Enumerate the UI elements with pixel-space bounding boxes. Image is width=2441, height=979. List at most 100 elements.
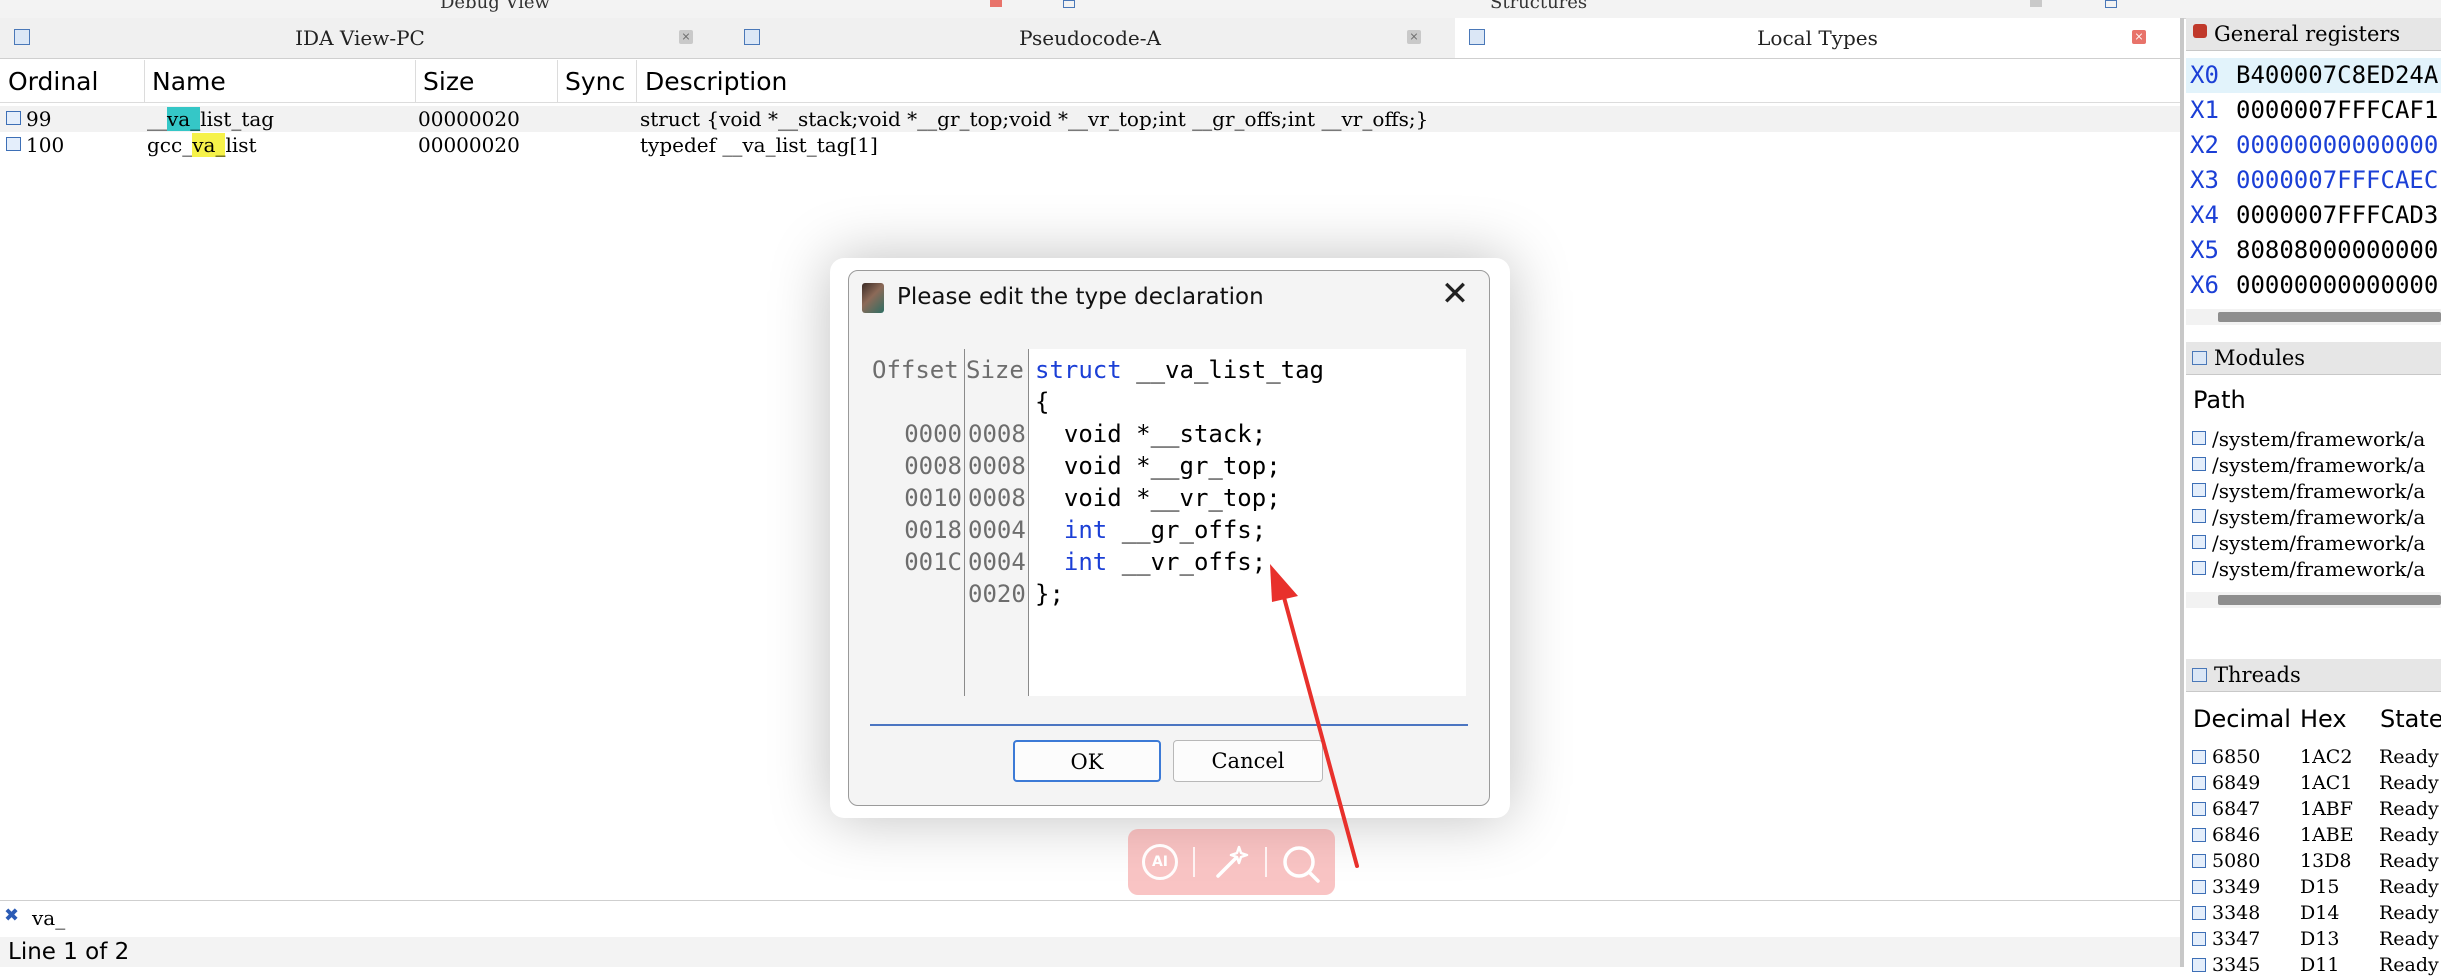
name-prefix: gcc_ [147,133,193,157]
thread-hex: D15 [2300,876,2340,898]
scrollbar-thumb[interactable] [2218,312,2441,322]
register-row[interactable]: X0 B400007C8ED24A [2186,58,2441,93]
filter-input[interactable]: va_ [32,906,65,930]
table-row[interactable]: 3345 D11 Ready [2186,953,2441,979]
table-row[interactable]: 100 gcc_va_list 00000020 typedef __va_li… [0,132,2180,158]
name-cell: __va_list_tag [147,107,274,131]
line-offset: 0000 [904,420,962,448]
list-item[interactable]: /system/framework/a [2186,556,2441,582]
table-row[interactable]: 6849 1AC1 Ready [2186,771,2441,797]
top-panel-strip: Debug View Structures [0,0,2441,19]
keyword-token: struct [1035,356,1122,384]
tab-label: Pseudocode-A [1019,26,1161,50]
register-row[interactable]: X4 0000007FFFCAD3 [2186,198,2441,233]
scrollbar-thumb[interactable] [2218,595,2441,605]
table-row[interactable]: 6846 1ABE Ready [2186,823,2441,849]
code-text: struct __va_list_tag [1035,356,1324,384]
panel-splitter[interactable] [2180,18,2184,967]
code-token: { [1035,388,1050,416]
structures-close-icon[interactable] [2030,0,2042,7]
thread-icon [2192,932,2206,946]
register-row[interactable]: X6 00000000000000 [2186,268,2441,303]
threads-column-decimal[interactable]: Decimal [2193,705,2291,733]
thread-decimal: 3348 [2212,902,2261,924]
name-suffix: list [225,133,257,157]
threads-column-hex[interactable]: Hex [2300,705,2347,733]
register-value: 00000000000000 [2236,271,2439,299]
code-text: }; [1035,580,1064,608]
module-path: /system/framework/a [2212,479,2426,503]
register-value: 0000007FFFCAD3 [2236,201,2439,229]
thread-icon [2192,854,2206,868]
close-icon[interactable]: ✕ [1440,276,1470,312]
threads-column-state[interactable]: State [2380,705,2441,733]
table-row[interactable]: 99 __va_list_tag 00000020 struct {void *… [0,106,2180,132]
module-icon [2192,457,2206,471]
line-size: 0004 [968,548,1026,576]
column-size[interactable]: Size [423,67,474,96]
close-icon[interactable]: × [679,30,693,44]
code-line: 0020 }; [0,580,1460,612]
close-icon[interactable]: × [2132,30,2146,44]
column-sync[interactable]: Sync [565,67,625,96]
tab-ida-view-pc[interactable]: IDA View-PC × [0,18,720,58]
table-row[interactable]: 3349 D15 Ready [2186,875,2441,901]
structures-tab[interactable]: Structures [1490,0,1587,13]
register-row[interactable]: X2 00000000000000 [2186,128,2441,163]
register-row[interactable]: X5 80808000000000 [2186,233,2441,268]
code-line: 0010 0008 void *__vr_top; [0,484,1460,516]
thread-state: Ready [2379,850,2439,872]
code-token: __vr_offs; [1107,548,1267,576]
table-row[interactable]: 5080 13D8 Ready [2186,849,2441,875]
column-divider[interactable] [144,60,145,102]
code-token: __va_list_tag [1121,356,1324,384]
size-cell: 00000020 [418,107,520,131]
table-row[interactable]: 6850 1AC2 Ready [2186,745,2441,771]
list-item[interactable]: /system/framework/a [2186,426,2441,452]
registers-scrollbar[interactable] [2186,309,2441,325]
modules-column-path[interactable]: Path [2193,386,2246,414]
column-name[interactable]: Name [152,67,226,96]
clear-filter-icon[interactable]: ✖ [4,905,19,926]
general-registers-title: General registers [2186,18,2441,51]
thread-icon [2192,880,2206,894]
table-row[interactable]: 6847 1ABF Ready [2186,797,2441,823]
register-row[interactable]: X3 0000007FFFCAEC [2186,163,2441,198]
list-item[interactable]: /system/framework/a [2186,504,2441,530]
column-divider[interactable] [636,60,637,102]
module-icon [2192,561,2206,575]
line-offset: 0010 [904,484,962,512]
column-ordinal[interactable]: Ordinal [8,67,98,96]
column-description[interactable]: Description [645,67,787,96]
list-item[interactable]: /system/framework/a [2186,530,2441,556]
ai-assistant-icon[interactable]: AI [1142,844,1178,880]
thread-icon [2192,828,2206,842]
ok-button[interactable]: OK [1013,740,1161,782]
thread-state: Ready [2379,746,2439,768]
tab-pseudocode-a[interactable]: Pseudocode-A × [730,18,1450,58]
magic-wand-icon[interactable] [1212,844,1250,882]
list-item[interactable]: /system/framework/a [2186,478,2441,504]
list-item[interactable]: /system/framework/a [2186,452,2441,478]
register-value: 0000007FFFCAEC [2236,166,2439,194]
modules-title: Modules [2186,342,2441,375]
tab-local-types[interactable]: Local Types × [1455,18,2180,58]
thread-icon [2192,802,2206,816]
search-match-highlight: va_ [192,133,226,157]
panel-label: General registers [2214,22,2401,46]
editor-focus-line [870,724,1468,726]
table-row[interactable]: 3347 D13 Ready [2186,927,2441,953]
debug-view-close-icon[interactable] [990,0,1002,7]
table-row[interactable]: 3348 D14 Ready [2186,901,2441,927]
register-row[interactable]: X1 0000007FFFCAF1 [2186,93,2441,128]
module-icon [2192,509,2206,523]
column-divider[interactable] [557,60,558,102]
register-name: X3 [2190,166,2219,194]
close-icon[interactable]: × [1407,30,1421,44]
status-bar: Line 1 of 2 [0,937,2180,967]
column-divider[interactable] [415,60,416,102]
code-text: { [1035,388,1049,416]
code-text: void *__vr_top; [1035,484,1281,512]
modules-scrollbar[interactable] [2186,592,2441,608]
debug-view-tab[interactable]: Debug View [440,0,550,13]
